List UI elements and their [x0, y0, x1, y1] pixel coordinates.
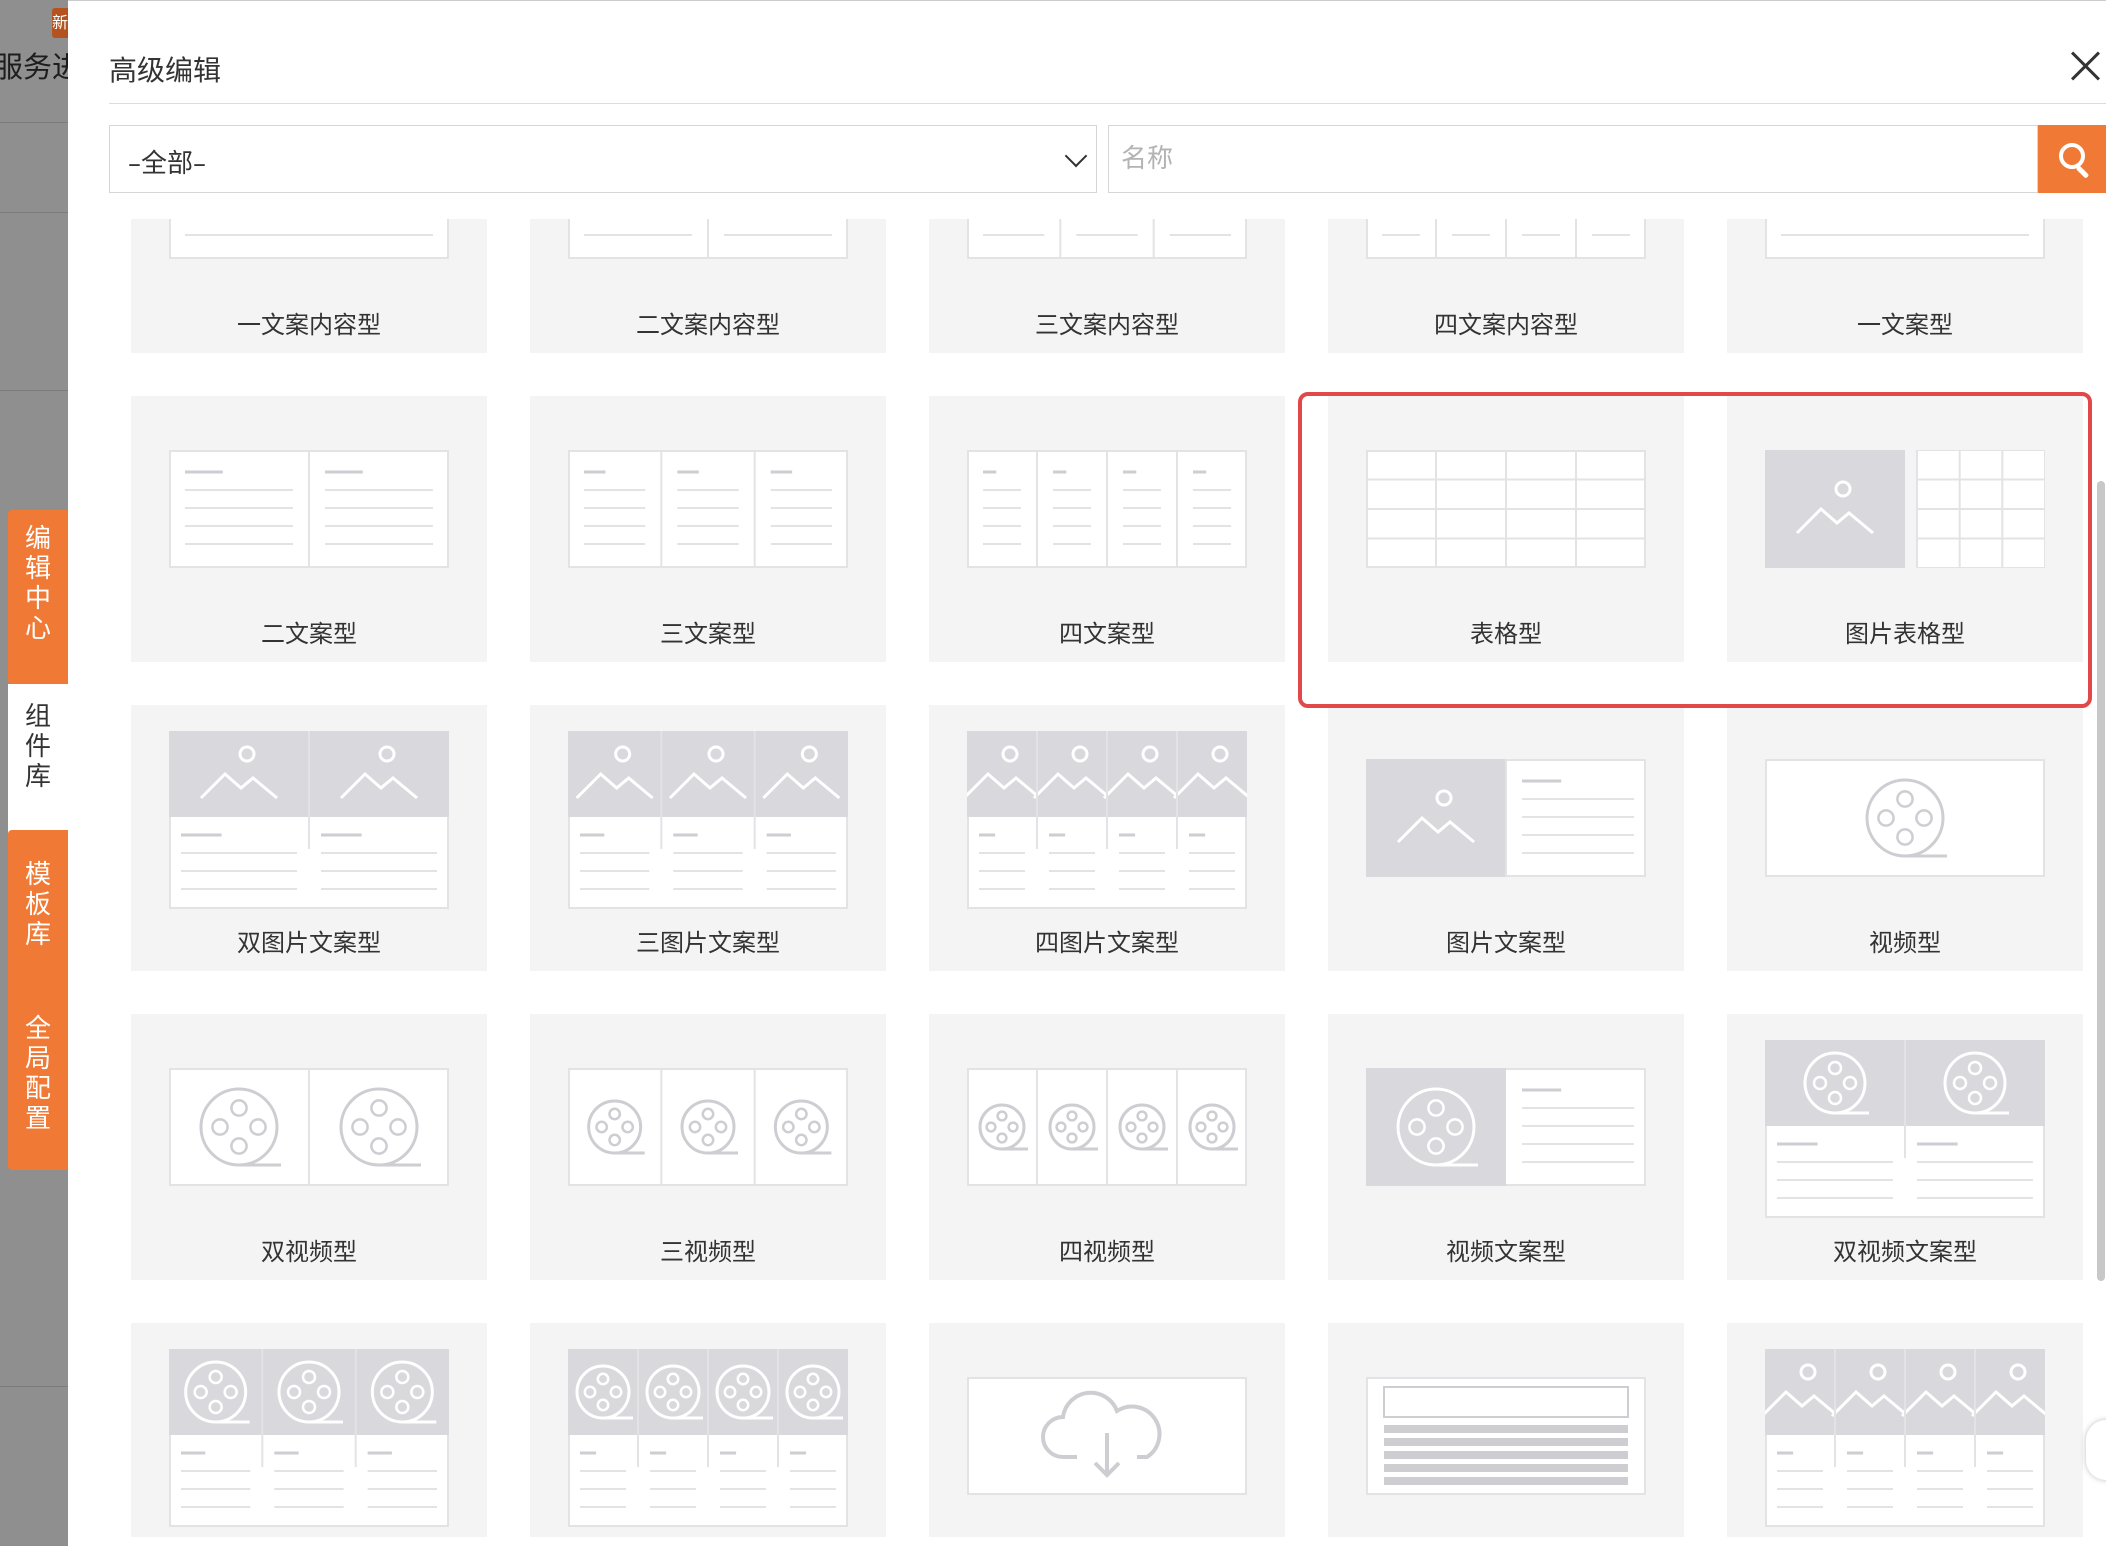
component-card[interactable]: 二文案型 — [131, 396, 487, 662]
close-icon[interactable] — [2068, 49, 2102, 83]
text-4-icon — [1366, 219, 1646, 259]
search-input[interactable] — [1108, 125, 2038, 193]
component-card[interactable]: 三视频型 — [530, 1014, 886, 1280]
new-badge: 新 — [52, 8, 68, 38]
component-label: 二文案型 — [261, 620, 357, 648]
scrollbar[interactable] — [2097, 481, 2105, 1281]
tab-component-library[interactable]: 组件库 — [8, 684, 68, 848]
text-1-icon — [1765, 219, 2045, 259]
dialog-title: 高级编辑 — [109, 54, 222, 87]
upload-icon — [967, 1377, 1247, 1495]
component-card[interactable]: 二文案内容型 — [530, 219, 886, 353]
component-card[interactable]: 双图片文案型 — [131, 705, 487, 971]
component-label: 二文案内容型 — [636, 311, 780, 339]
component-card[interactable]: 三图片文案型 — [530, 705, 886, 971]
component-card[interactable]: 视频型 — [1727, 705, 2083, 971]
video-text-3-icon — [169, 1349, 449, 1527]
component-card[interactable]: 三文案型 — [530, 396, 886, 662]
component-card[interactable]: 双视频型 — [131, 1014, 487, 1280]
component-card[interactable]: 视频文案型 — [1328, 1014, 1684, 1280]
text-3-icon — [967, 219, 1247, 259]
form-icon — [1366, 1377, 1646, 1495]
component-card[interactable] — [530, 1323, 886, 1537]
component-label: 四图片文案型 — [1035, 929, 1179, 957]
component-card[interactable] — [1328, 1323, 1684, 1537]
video-1-icon — [1765, 759, 2045, 877]
component-label: 四文案型 — [1059, 620, 1155, 648]
chevron-down-icon — [1064, 144, 1088, 168]
component-label: 图片表格型 — [1845, 620, 1965, 648]
component-card[interactable] — [1727, 1323, 2083, 1537]
component-card[interactable] — [929, 1323, 1285, 1537]
image-text-4-icon — [967, 731, 1247, 909]
component-label: 三视频型 — [660, 1238, 756, 1266]
component-card[interactable]: 四文案内容型 — [1328, 219, 1684, 353]
table-icon — [1366, 450, 1646, 568]
video-text-4-icon — [568, 1349, 848, 1527]
text-4-icon — [967, 450, 1247, 568]
text-3-icon — [568, 450, 848, 568]
video-4-icon — [967, 1068, 1247, 1186]
video-text-2-icon — [1765, 1040, 2045, 1218]
component-label: 四视频型 — [1059, 1238, 1155, 1266]
tab-global-config[interactable]: 全局配置 — [8, 994, 68, 1170]
component-card[interactable]: 一文案内容型 — [131, 219, 487, 353]
component-label: 三文案型 — [660, 620, 756, 648]
search-button[interactable] — [2038, 125, 2106, 193]
component-card[interactable]: 四视频型 — [929, 1014, 1285, 1280]
image-table-icon — [1765, 450, 2045, 568]
component-card[interactable]: 图片文案型 — [1328, 705, 1684, 971]
component-label: 三图片文案型 — [636, 929, 780, 957]
divider — [109, 103, 2106, 104]
tab-template-library[interactable]: 模板库 — [8, 830, 68, 1006]
image-text-2-icon — [169, 731, 449, 909]
component-label: 表格型 — [1470, 620, 1542, 648]
text-1-icon — [169, 219, 449, 259]
component-card[interactable]: 四文案型 — [929, 396, 1285, 662]
video-2-icon — [169, 1068, 449, 1186]
advanced-edit-dialog: 高级编辑 –全部– 一文案内容型 二文案内容型 三文案内容型 四文案内容型 一文案型二文… — [68, 0, 2106, 1547]
text-2-icon — [568, 219, 848, 259]
category-select[interactable]: –全部– — [109, 125, 1097, 193]
component-card[interactable]: 四图片文案型 — [929, 705, 1285, 971]
component-label: 三文案内容型 — [1035, 311, 1179, 339]
component-label: 一文案型 — [1857, 311, 1953, 339]
component-grid: 一文案内容型 二文案内容型 三文案内容型 四文案内容型 一文案型二文案型 三文案型 四文案型… — [109, 219, 2106, 1537]
image-text-4-icon — [1765, 1349, 2045, 1527]
component-card[interactable]: 图片表格型 — [1727, 396, 2083, 662]
text-2-icon — [169, 450, 449, 568]
component-label: 双视频型 — [261, 1238, 357, 1266]
component-label: 视频型 — [1869, 929, 1941, 957]
component-label: 双视频文案型 — [1833, 1238, 1977, 1266]
video-3-icon — [568, 1068, 848, 1186]
collapse-handle[interactable] — [2086, 1420, 2106, 1480]
component-card[interactable]: 三文案内容型 — [929, 219, 1285, 353]
search-icon — [2059, 143, 2085, 169]
component-label: 视频文案型 — [1446, 1238, 1566, 1266]
component-card[interactable]: 一文案型 — [1727, 219, 2083, 353]
component-card[interactable]: 双视频文案型 — [1727, 1014, 2083, 1280]
component-label: 图片文案型 — [1446, 929, 1566, 957]
video-text-side-icon — [1366, 1068, 1646, 1186]
image-text-side-icon — [1366, 759, 1646, 877]
image-text-3-icon — [568, 731, 848, 909]
tab-edit-center[interactable]: 编辑中心 — [8, 510, 68, 684]
component-label: 双图片文案型 — [237, 929, 381, 957]
component-label: 一文案内容型 — [237, 311, 381, 339]
component-card[interactable]: 表格型 — [1328, 396, 1684, 662]
component-card[interactable] — [131, 1323, 487, 1537]
component-label: 四文案内容型 — [1434, 311, 1578, 339]
